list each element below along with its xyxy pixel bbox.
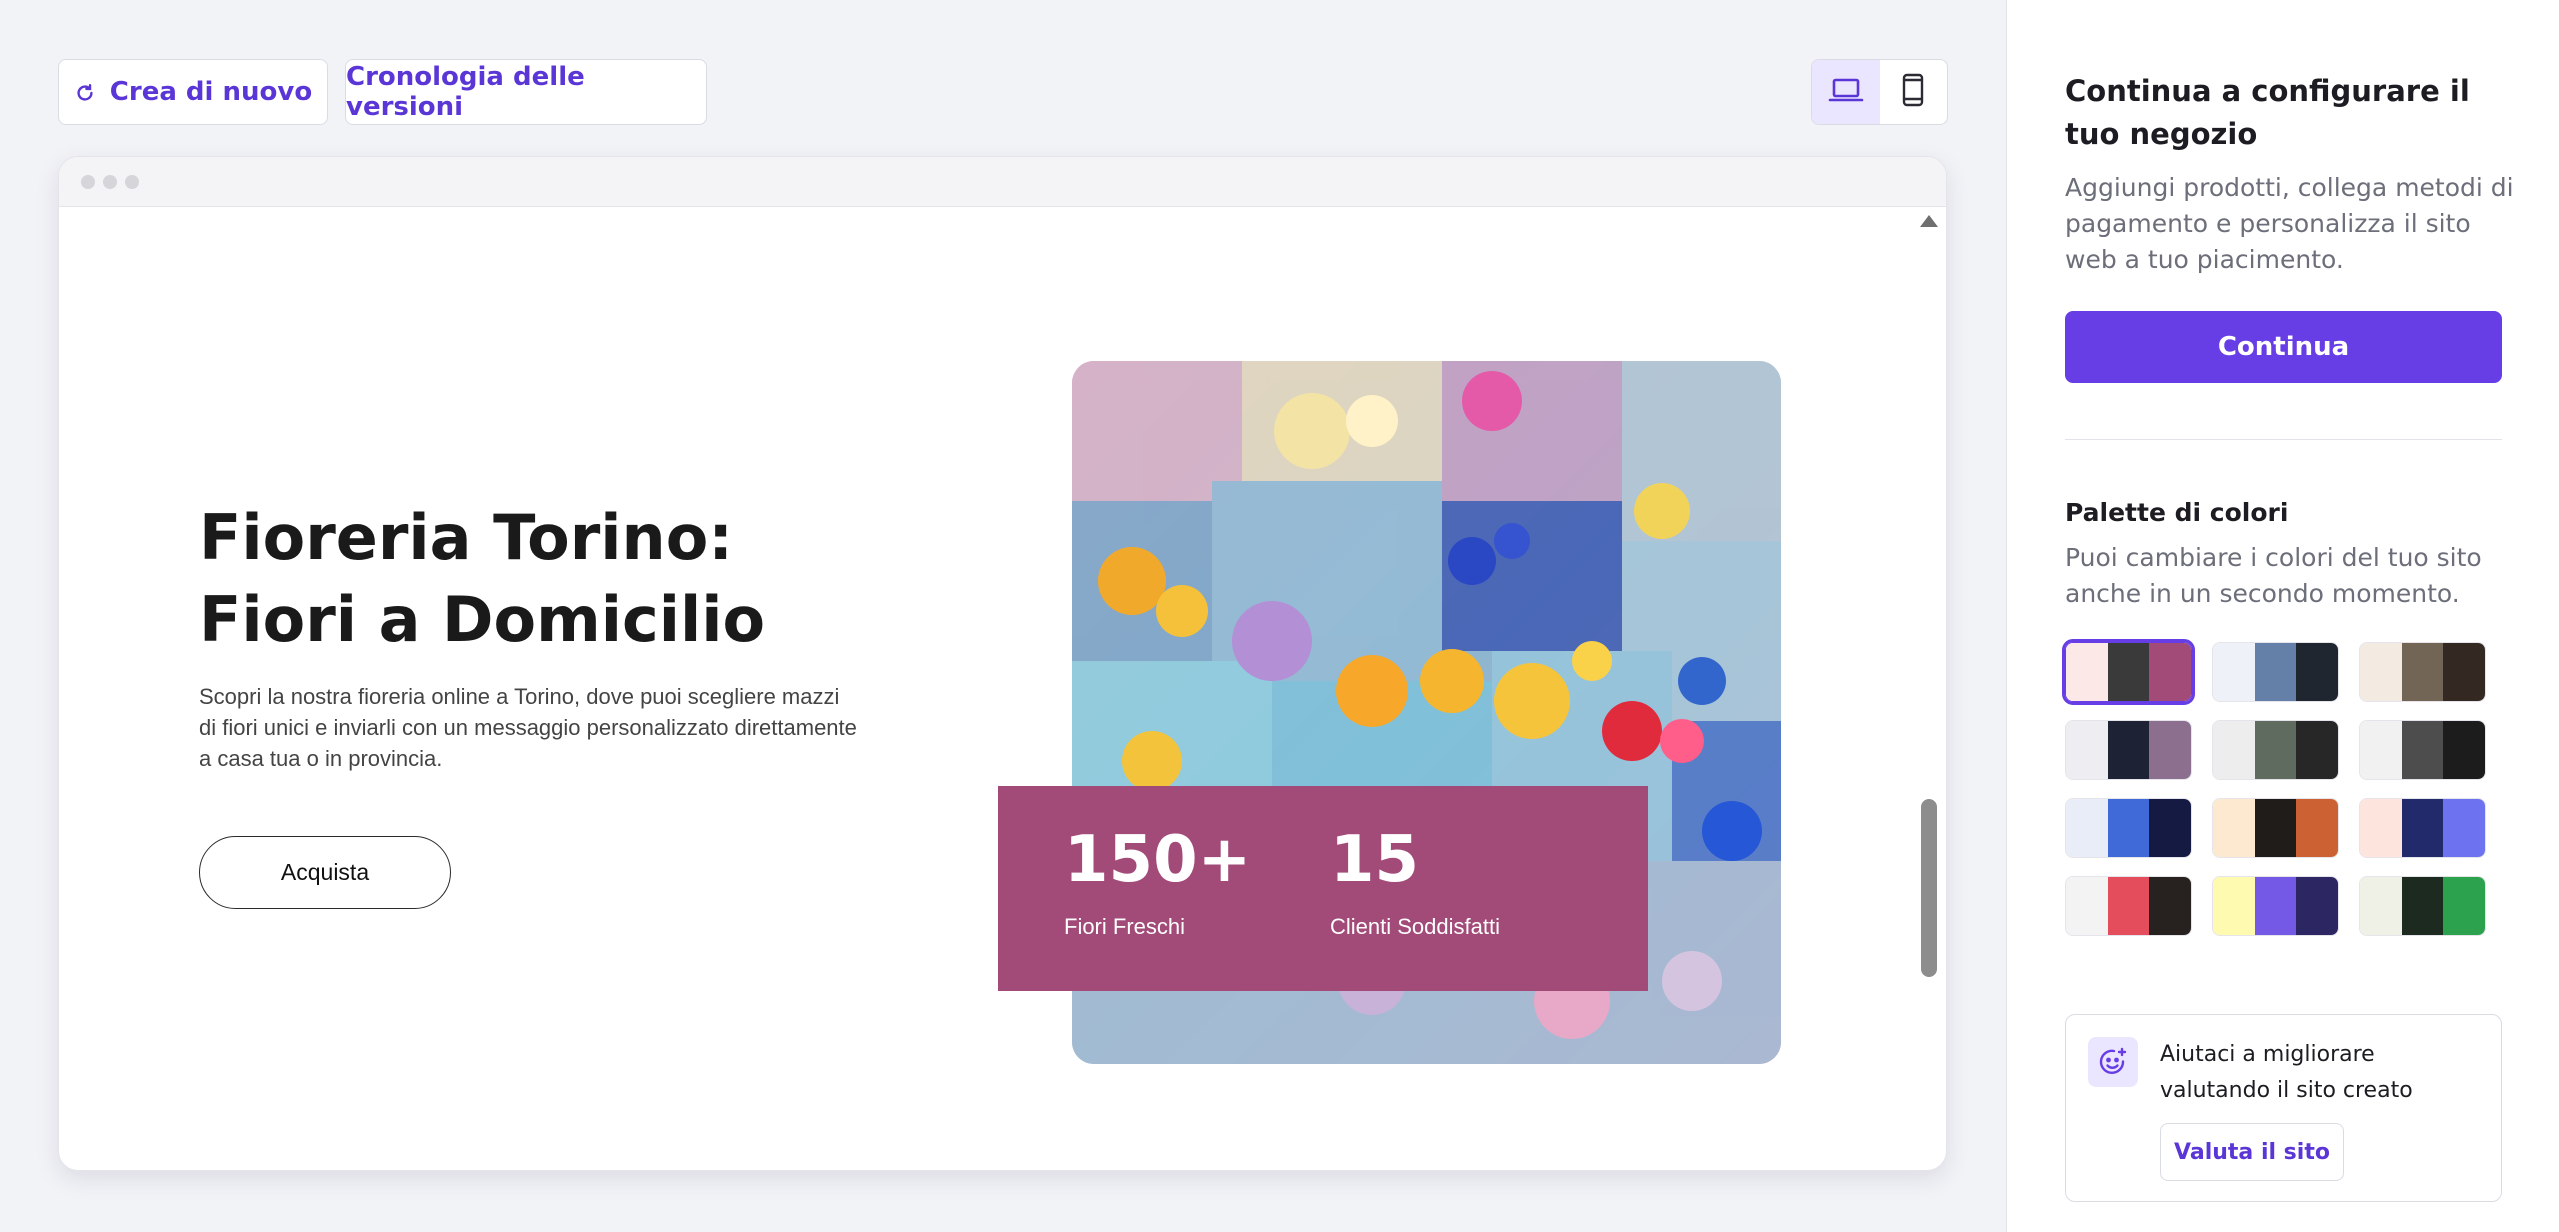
palette-option[interactable] xyxy=(2065,720,2192,780)
palette-option[interactable] xyxy=(2359,876,2486,936)
preview-scrollbar[interactable] xyxy=(1921,799,1937,977)
palette-color xyxy=(2443,799,2485,857)
palette-color xyxy=(2443,643,2485,701)
palette-subtitle: Puoi cambiare i colori del tuo sito anch… xyxy=(2065,543,2482,608)
palette-color xyxy=(2066,877,2108,935)
palette-color xyxy=(2254,877,2297,935)
refresh-icon xyxy=(74,81,96,103)
palette-color xyxy=(2360,799,2402,857)
palette-color xyxy=(2213,799,2255,857)
shop-button-label: Acquista xyxy=(280,859,370,885)
rating-text: Aiutaci a migliorare valutando il sito c… xyxy=(2160,1042,2413,1103)
palette-color xyxy=(2254,721,2297,779)
palette-color xyxy=(2107,799,2150,857)
shop-button[interactable]: Acquista xyxy=(199,836,451,909)
palette-option[interactable] xyxy=(2212,720,2339,780)
smiley-sparkle-icon xyxy=(2088,1037,2138,1087)
palette-option[interactable] xyxy=(2212,642,2339,702)
stat-label: Clienti Soddisfatti xyxy=(1330,914,1500,939)
palette-color xyxy=(2066,799,2108,857)
palette-color xyxy=(2107,643,2150,701)
palette-color xyxy=(2360,721,2402,779)
window-dot xyxy=(125,174,139,189)
palette-color xyxy=(2296,799,2338,857)
rate-site-button[interactable]: Valuta il sito xyxy=(2160,1123,2344,1181)
palette-option[interactable] xyxy=(2359,798,2486,858)
desktop-view-button[interactable] xyxy=(1812,60,1880,124)
palette-option[interactable] xyxy=(2065,876,2192,936)
palette-color xyxy=(2107,877,2150,935)
laptop-icon xyxy=(1828,75,1864,109)
panel-title: Continua a configurare il tuo negozio xyxy=(2065,74,2470,151)
palette-color xyxy=(2149,799,2191,857)
palette-color xyxy=(2443,721,2485,779)
palette-color xyxy=(2296,643,2338,701)
scroll-up-arrow-icon[interactable] xyxy=(1920,215,1938,227)
palette-color xyxy=(2296,721,2338,779)
palette-color xyxy=(2107,721,2150,779)
regenerate-button[interactable]: Crea di nuovo xyxy=(58,59,328,125)
stat-happy-clients: 15 Clienti Soddisfatti xyxy=(1330,824,1500,940)
palette-color xyxy=(2254,799,2297,857)
palette-color xyxy=(2066,721,2108,779)
palette-color xyxy=(2213,877,2255,935)
smartphone-icon xyxy=(1901,73,1925,111)
palette-color xyxy=(2213,643,2255,701)
window-dot xyxy=(81,174,95,189)
palette-color xyxy=(2296,877,2338,935)
palette-color xyxy=(2149,721,2191,779)
palette-option[interactable] xyxy=(2359,720,2486,780)
continue-button[interactable]: Continua xyxy=(2065,311,2502,383)
rate-site-label: Valuta il sito xyxy=(2174,1139,2330,1165)
hero-title: Fioreria Torino: Fiori a Domicilio xyxy=(199,501,766,656)
palette-color xyxy=(2443,877,2485,935)
version-history-button[interactable]: Cronologia delle versioni xyxy=(345,59,707,125)
continue-label: Continua xyxy=(2217,332,2350,362)
palette-color xyxy=(2401,721,2444,779)
palette-option[interactable] xyxy=(2212,798,2339,858)
palette-color xyxy=(2401,643,2444,701)
stat-fresh-flowers: 150+ Fiori Freschi xyxy=(1064,824,1251,940)
palette-option[interactable] xyxy=(2359,642,2486,702)
regenerate-label: Crea di nuovo xyxy=(109,77,313,107)
rating-card: Aiutaci a migliorare valutando il sito c… xyxy=(2065,1014,2502,1202)
palette-color xyxy=(2401,799,2444,857)
palette-color xyxy=(2401,877,2444,935)
window-dot xyxy=(103,174,117,189)
version-history-label: Cronologia delle versioni xyxy=(346,62,585,122)
palette-color xyxy=(2360,643,2402,701)
palette-color xyxy=(2254,643,2297,701)
palette-color xyxy=(2149,877,2191,935)
palette-option[interactable] xyxy=(2212,876,2339,936)
palette-option[interactable] xyxy=(2062,639,2195,705)
mobile-view-button[interactable] xyxy=(1880,60,1948,124)
hero-description: Scopri la nostra fioreria online a Torin… xyxy=(199,684,857,771)
palette-option[interactable] xyxy=(2065,798,2192,858)
stat-value: 150+ xyxy=(1064,823,1252,897)
stat-label: Fiori Freschi xyxy=(1064,914,1186,939)
browser-bar xyxy=(59,157,1946,207)
palette-color xyxy=(2360,877,2402,935)
setup-side-panel: Continua a configurare il tuo negozio Ag… xyxy=(2006,0,2559,1232)
divider xyxy=(2065,439,2502,440)
palette-color xyxy=(2066,643,2108,701)
site-preview: Fioreria Torino: Fiori a Domicilio Scopr… xyxy=(58,156,1947,1171)
palette-color xyxy=(2213,721,2255,779)
panel-subtitle: Aggiungi prodotti, collega metodi di pag… xyxy=(2065,173,2514,274)
stat-value: 15 xyxy=(1330,823,1420,897)
palette-color xyxy=(2149,643,2191,701)
palette-title: Palette di colori xyxy=(2065,498,2289,527)
stats-banner: 150+ Fiori Freschi 15 Clienti Soddisfatt… xyxy=(998,786,1648,991)
device-toggle xyxy=(1811,59,1948,125)
